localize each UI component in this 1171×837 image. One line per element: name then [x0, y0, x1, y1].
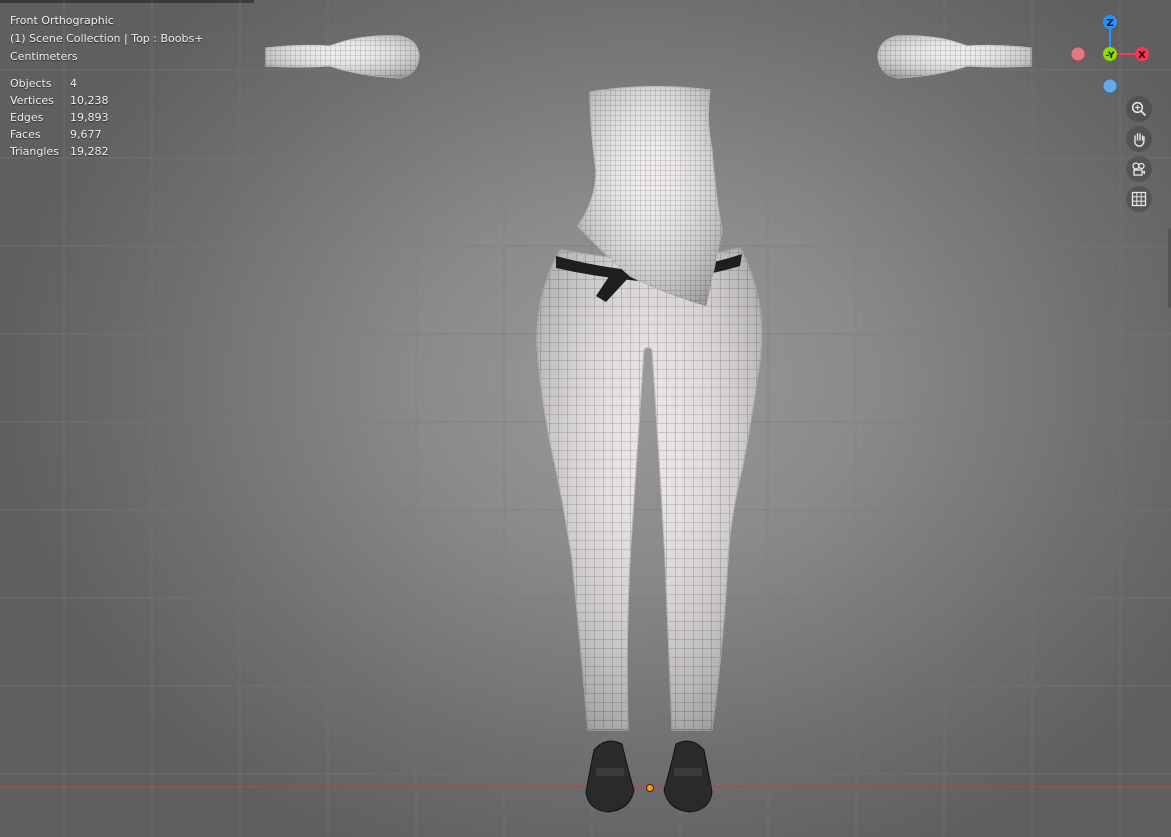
mesh-preview — [265, 35, 1032, 813]
zoom-icon — [1131, 101, 1147, 117]
stat-row: Objects 4 — [10, 75, 109, 92]
stat-value: 19,893 — [70, 111, 109, 124]
left-shoe — [585, 740, 635, 813]
z-axis-label: Z — [1106, 18, 1113, 29]
viewport-info: Front Orthographic (1) Scene Collection … — [10, 12, 203, 66]
scene-statistics: Objects 4 Vertices 10,238 Edges 19,893 F… — [10, 75, 109, 160]
stat-label: Faces — [10, 128, 41, 141]
stat-row: Faces 9,677 — [10, 126, 109, 143]
grid-ortho-icon — [1131, 191, 1147, 207]
neg-y-axis-handle[interactable]: -Y — [1103, 47, 1117, 61]
stat-row: Vertices 10,238 — [10, 92, 109, 109]
stat-label: Edges — [10, 111, 44, 124]
stat-label: Triangles — [10, 145, 59, 158]
pan-button[interactable] — [1126, 126, 1152, 152]
stat-label: Vertices — [10, 94, 54, 107]
stat-row: Edges 19,893 — [10, 109, 109, 126]
neg-z-axis-handle[interactable] — [1102, 78, 1118, 94]
stat-value: 9,677 — [70, 128, 102, 141]
x-axis-label: X — [1138, 50, 1146, 61]
y-axis-label: -Y — [1106, 51, 1115, 61]
stat-value: 10,238 — [70, 94, 109, 107]
right-shoe — [663, 740, 713, 813]
stat-value: 19,282 — [70, 145, 109, 158]
unit-system: Centimeters — [10, 50, 78, 63]
navigation-gizmo[interactable]: Z X -Y — [1065, 12, 1155, 98]
x-axis-handle[interactable]: X — [1135, 47, 1149, 61]
object-origin — [646, 784, 654, 792]
hand-pan-icon — [1134, 133, 1145, 147]
camera-view-button[interactable] — [1126, 156, 1152, 182]
camera-view-icon — [1132, 162, 1145, 176]
stat-row: Triangles 19,282 — [10, 143, 109, 160]
stat-value: 4 — [70, 77, 77, 90]
zoom-button[interactable] — [1126, 96, 1152, 122]
stat-label: Objects — [10, 77, 52, 90]
neg-x-axis-handle[interactable] — [1070, 46, 1086, 62]
ortho-toggle-button[interactable] — [1126, 186, 1152, 212]
3d-viewport[interactable]: Front Orthographic (1) Scene Collection … — [0, 0, 1171, 837]
pants — [536, 247, 763, 731]
view-name: Front Orthographic — [10, 14, 114, 27]
left-sleeve — [265, 35, 420, 79]
right-sleeve — [877, 35, 1032, 79]
collection-line: (1) Scene Collection | Top : Boobs+ — [10, 32, 204, 45]
z-axis-handle[interactable]: Z — [1103, 15, 1117, 29]
